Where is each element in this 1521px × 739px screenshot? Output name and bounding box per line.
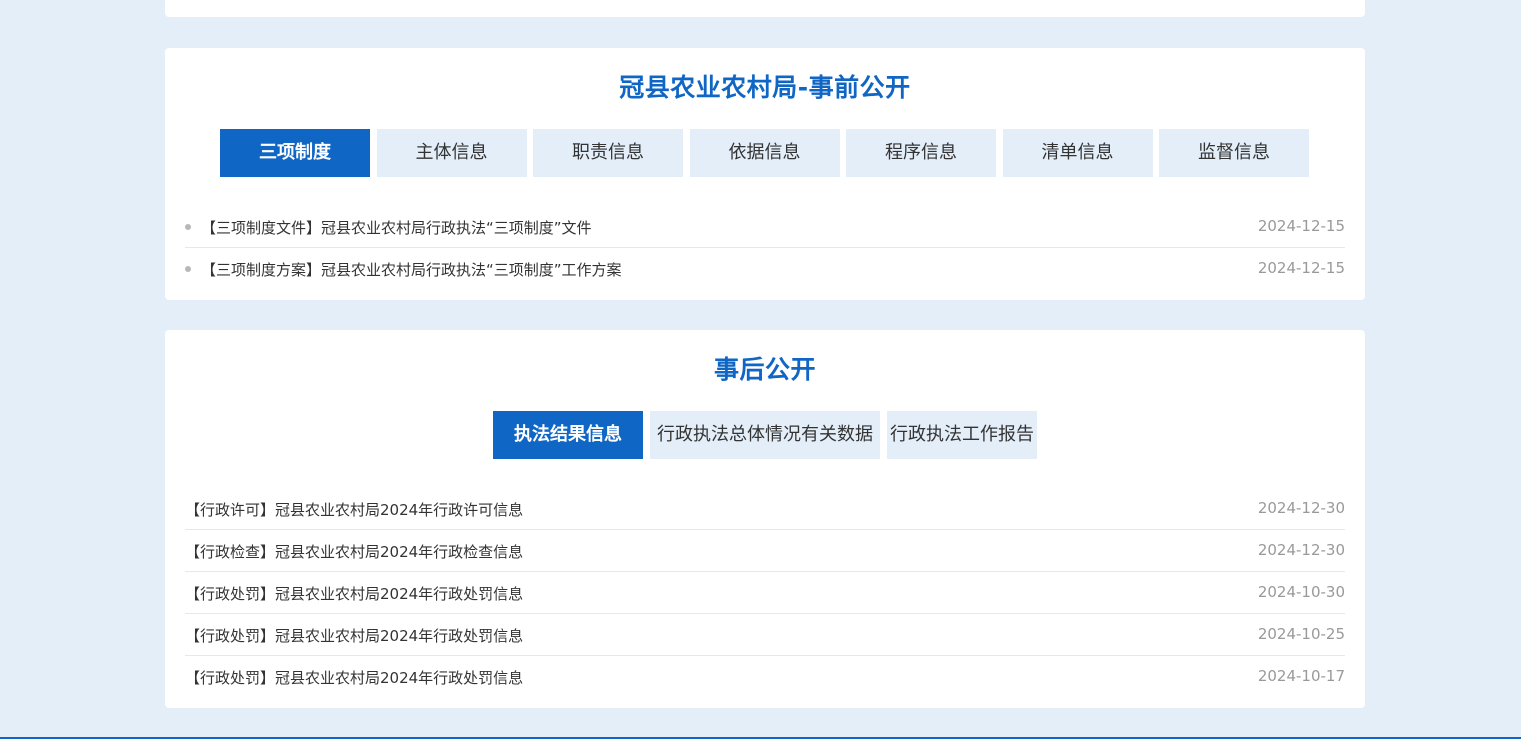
list-item-link[interactable]: 【行政处罚】冠县农业农村局2024年行政处罚信息	[185, 583, 523, 604]
list-item-date: 2024-12-30	[1257, 541, 1345, 559]
list-item-date: 2024-12-30	[1257, 499, 1345, 517]
tab-list-info[interactable]: 清单信息	[1002, 129, 1153, 177]
previous-panel	[165, 0, 1365, 17]
tab-enforcement-results[interactable]: 执法结果信息	[493, 411, 643, 459]
list-item: 【行政许可】冠县农业农村局2024年行政许可信息 2024-12-30	[185, 488, 1345, 530]
pre-disclosure-tabs: 三项制度 主体信息 职责信息 依据信息 程序信息 清单信息 监督信息	[220, 129, 1316, 177]
list-item: 【行政处罚】冠县农业农村局2024年行政处罚信息 2024-10-30	[185, 572, 1345, 614]
tab-procedure-info[interactable]: 程序信息	[846, 129, 996, 177]
list-item-date: 2024-10-25	[1257, 625, 1345, 643]
list-item: 【行政处罚】冠县农业农村局2024年行政处罚信息 2024-10-17	[185, 656, 1345, 697]
list-item-link[interactable]: 【行政许可】冠县农业农村局2024年行政许可信息	[185, 499, 523, 520]
list-item-link[interactable]: 【行政检查】冠县农业农村局2024年行政检查信息	[185, 541, 523, 562]
post-disclosure-tabs: 执法结果信息 行政执法总体情况有关数据 行政执法工作报告	[493, 411, 1044, 459]
tab-subject-info[interactable]: 主体信息	[376, 129, 527, 177]
tab-basis-info[interactable]: 依据信息	[689, 129, 840, 177]
bullet-dot	[185, 224, 191, 230]
list-item-link[interactable]: 【行政处罚】冠县农业农村局2024年行政处罚信息	[185, 667, 523, 688]
list-item-link[interactable]: 【三项制度方案】冠县农业农村局行政执法“三项制度”工作方案	[201, 259, 622, 280]
tab-supervision-info[interactable]: 监督信息	[1159, 129, 1309, 177]
list-item: 【行政检查】冠县农业农村局2024年行政检查信息 2024-12-30	[185, 530, 1345, 572]
list-item-date: 2024-10-17	[1257, 667, 1345, 685]
section-title-pre-disclosure: 冠县农业农村局-事前公开	[619, 73, 911, 102]
list-item: 【三项制度方案】冠县农业农村局行政执法“三项制度”工作方案 2024-12-15	[185, 248, 1345, 289]
list-item-date: 2024-12-15	[1257, 217, 1345, 235]
list-item-link[interactable]: 【三项制度文件】冠县农业农村局行政执法“三项制度”文件	[201, 217, 592, 238]
list-item-date: 2024-10-30	[1257, 583, 1345, 601]
list-item: 【三项制度文件】冠县农业农村局行政执法“三项制度”文件 2024-12-15	[185, 206, 1345, 248]
list-item-link[interactable]: 【行政处罚】冠县农业农村局2024年行政处罚信息	[185, 625, 523, 646]
pre-disclosure-list: 【三项制度文件】冠县农业农村局行政执法“三项制度”文件 2024-12-15 【…	[185, 206, 1345, 289]
tab-enforcement-overall-data[interactable]: 行政执法总体情况有关数据	[650, 411, 880, 459]
tab-three-systems[interactable]: 三项制度	[220, 129, 370, 177]
post-disclosure-list: 【行政许可】冠县农业农村局2024年行政许可信息 2024-12-30 【行政检…	[185, 488, 1345, 697]
tab-duty-info[interactable]: 职责信息	[533, 129, 683, 177]
list-item: 【行政处罚】冠县农业农村局2024年行政处罚信息 2024-10-25	[185, 614, 1345, 656]
bullet-dot	[185, 266, 191, 272]
tab-enforcement-work-report[interactable]: 行政执法工作报告	[887, 411, 1037, 459]
page: 冠县农业农村局-事前公开 三项制度 主体信息 职责信息 依据信息 程序信息 清单…	[0, 0, 1521, 739]
post-disclosure-panel: 事后公开 执法结果信息 行政执法总体情况有关数据 行政执法工作报告 【行政许可】…	[165, 330, 1365, 708]
list-item-date: 2024-12-15	[1257, 259, 1345, 277]
section-title-post-disclosure: 事后公开	[713, 355, 816, 384]
pre-disclosure-panel: 冠县农业农村局-事前公开 三项制度 主体信息 职责信息 依据信息 程序信息 清单…	[165, 48, 1365, 300]
